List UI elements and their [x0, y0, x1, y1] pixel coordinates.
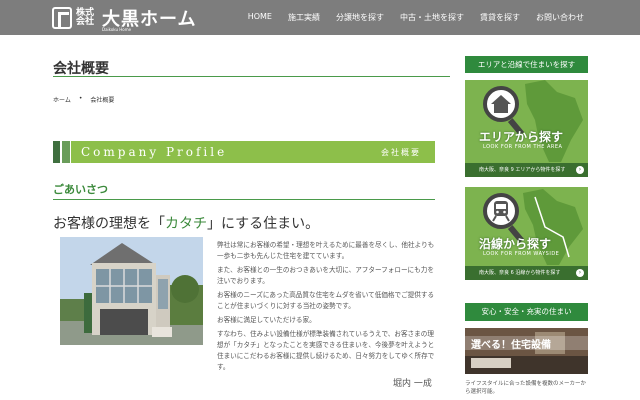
area-search-footer: 南大阪、奈良 9 エリアから物件を探す › — [465, 163, 588, 177]
breadcrumb-separator: • — [78, 95, 83, 102]
line-search-footer-text: 南大阪、奈良 6 沿線から物件を探す — [479, 270, 561, 276]
headline-post: 」にする住まい。 — [207, 216, 320, 232]
site-logo[interactable]: 株式会社 大黒ホーム Daikoku Home — [52, 6, 196, 32]
greeting-paragraph: すなわち、住みよい設備仕様が標準装備されているうえで、お客さまの理想が「カタチ」… — [217, 330, 435, 371]
president-signature: 堀内 一成 — [393, 379, 432, 389]
headline-highlight: カタチ — [165, 216, 207, 232]
profile-english-title: Company Profile — [81, 145, 228, 159]
headline-pre: お客様の理想を「 — [53, 216, 165, 232]
logo-english-name: Daikoku Home — [102, 27, 132, 32]
greeting-divider — [53, 199, 435, 200]
area-search-label: エリアから探す — [479, 130, 564, 144]
page-title: 会社概要 — [53, 61, 109, 77]
nav-rental[interactable]: 賃貸を探す — [480, 12, 520, 23]
breadcrumb-home[interactable]: ホーム — [53, 95, 71, 104]
breadcrumb-current: 会社概要 — [90, 97, 115, 104]
company-profile-banner: Company Profile 会社概要 — [53, 141, 435, 163]
greeting-headline: お客様の理想を「カタチ」にする住まい。 — [53, 213, 319, 233]
house-search-icon — [483, 86, 519, 122]
banner-accent-mid — [62, 141, 70, 163]
area-search-english: LOOK FOR FROM THE AREA — [483, 144, 563, 150]
greeting-body: 弊社は常にお客様の希望・理想を叶えるために最善を尽くし、他社よりも一歩も二歩も先… — [217, 240, 439, 376]
search-by-area-banner[interactable]: エリアから探す LOOK FOR FROM THE AREA 南大阪、奈良 9 … — [465, 80, 588, 177]
housing-equipment-banner[interactable]: 選べる！住宅設備 — [465, 328, 588, 374]
equipment-caption: ライフスタイルに合った設備を複数のメーカーから選択可能。 — [465, 381, 587, 395]
nav-works[interactable]: 施工実績 — [288, 12, 320, 23]
nav-home[interactable]: HOME — [248, 12, 272, 23]
office-building-image — [60, 237, 203, 345]
sidebar-search-heading: エリアと沿線で住まいを探す — [465, 56, 588, 73]
office-building-photo — [60, 237, 203, 345]
greeting-paragraph: お客様のニーズにあった高品質な住宅をムダを省いて低価格でご提供することが住まいづ… — [217, 291, 435, 310]
greeting-paragraph: また、お客様との一生のおつきあいを大切に、アフターフォローにも力を注いでおります… — [217, 266, 434, 285]
breadcrumb: ホーム • 会社概要 — [53, 95, 114, 104]
search-by-line-banner[interactable]: 沿線から探す LOOK FOR FROM WAYSIDE 南大阪、奈良 6 沿線… — [465, 187, 588, 280]
sidebar-quality-heading: 安心・安全・充実の住まい — [465, 303, 588, 321]
banner-accent-dark — [53, 141, 60, 163]
line-search-footer: 南大阪、奈良 6 沿線から物件を探す › — [465, 266, 588, 280]
greeting-paragraph: 弊社は常にお客様の希望・理想を叶えるために最善を尽くし、他社よりも一歩も二歩も先… — [217, 241, 435, 260]
train-search-icon — [483, 193, 519, 229]
kitchen-photo — [465, 328, 588, 374]
profile-japanese-title: 会社概要 — [381, 148, 421, 157]
logo-mark-icon — [52, 7, 72, 29]
greeting-heading: ごあいさつ — [53, 183, 108, 196]
arrow-right-icon: › — [576, 269, 584, 277]
nav-used-land[interactable]: 中古・土地を探す — [400, 12, 464, 23]
equipment-label: 選べる！住宅設備 — [471, 340, 551, 351]
area-search-footer-text: 南大阪、奈良 9 エリアから物件を探す — [479, 167, 566, 173]
line-search-label: 沿線から探す — [479, 237, 552, 251]
arrow-right-icon: › — [576, 166, 584, 174]
global-nav: HOME 施工実績 分譲地を探す 中古・土地を探す 賃貸を探す お問い合わせ — [248, 12, 584, 23]
nav-contact[interactable]: お問い合わせ — [536, 12, 584, 23]
title-divider — [53, 76, 450, 77]
logo-company-type: 株式会社 — [76, 8, 95, 27]
site-header: 株式会社 大黒ホーム Daikoku Home HOME 施工実績 分譲地を探す… — [0, 0, 640, 35]
line-search-english: LOOK FOR FROM WAYSIDE — [483, 251, 560, 257]
greeting-paragraph: お客様に満足していただける家。 — [217, 316, 316, 324]
nav-lots[interactable]: 分譲地を探す — [336, 12, 384, 23]
